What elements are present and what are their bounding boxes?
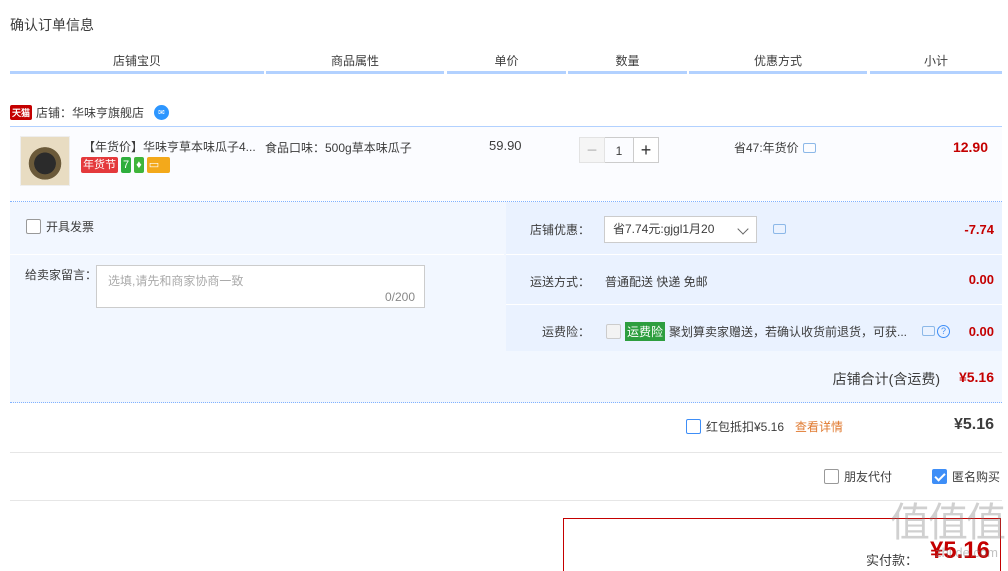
anonymous-checkbox[interactable]: [932, 469, 947, 484]
friend-pay-option[interactable]: 朋友代付: [824, 468, 892, 485]
chevron-down-icon: [737, 223, 749, 235]
unit-price: 59.90: [489, 138, 522, 153]
message-icon[interactable]: [802, 142, 816, 153]
credit-card-icon: ▭: [146, 157, 170, 173]
message-icon[interactable]: [773, 224, 786, 234]
seven-day-return-icon: 7: [121, 157, 132, 173]
shipping-label: 运送方式：: [530, 275, 591, 289]
friend-pay-checkbox[interactable]: [824, 469, 839, 484]
invoice-label: 开具发票: [46, 220, 95, 234]
help-icon[interactable]: ?: [937, 325, 950, 338]
insurance-tag: 运费险: [625, 322, 666, 341]
final-label: 实付款：: [865, 553, 918, 568]
insurance-checkbox: [606, 324, 621, 339]
column-shop-item: 店铺宝贝: [10, 52, 264, 74]
column-quantity: 数量: [568, 52, 687, 74]
divider: [506, 254, 1002, 255]
anonymous-label: 匿名购买: [952, 470, 1001, 484]
page-title: 确认订单信息: [10, 17, 94, 33]
quantity-input[interactable]: 1: [605, 137, 633, 163]
shop-total-row: 店铺合计(含运费) ¥5.16: [10, 351, 1002, 403]
product-sku: 食品口味：500g草本味瓜子: [265, 141, 412, 155]
redpacket-option[interactable]: 红包抵扣¥5.16 查看详情: [686, 418, 843, 435]
memo-label: 给卖家留言：: [25, 268, 98, 282]
options-right: 店铺优惠： 省7.74元:gjgl1月20 -7.74 运送方式： 普通配送 快…: [506, 202, 1002, 351]
divider: [10, 500, 1002, 501]
product-thumbnail[interactable]: [20, 136, 70, 186]
friend-pay-label: 朋友代付: [844, 470, 893, 484]
invoice-checkbox[interactable]: [26, 219, 41, 234]
insurance-label: 运费险：: [542, 325, 591, 339]
order-item: 【年货价】华味亨草本味瓜子4... 年货节 7 ♦ ▭ 食品口味：500g草本味…: [10, 126, 1002, 202]
redpacket-details-link[interactable]: 查看详情: [795, 418, 843, 435]
redpacket-total: ¥5.16: [953, 416, 994, 433]
insurance-text: 聚划算卖家赠送，若确认收货前退货，可获...: [669, 325, 908, 339]
tmall-icon: 天猫: [10, 104, 33, 120]
shipping-amount: 0.00: [968, 272, 994, 287]
decrease-button[interactable]: −: [579, 137, 605, 163]
anonymous-option[interactable]: 匿名购买: [932, 468, 1000, 485]
insurance-option: 运费险 聚划算卖家赠送，若确认收货前退货，可获...: [606, 322, 907, 341]
memo-field[interactable]: 选填,请先和商家协商一致 0/200: [96, 265, 425, 308]
redpacket-checkbox[interactable]: [686, 419, 701, 434]
divider: [10, 254, 504, 255]
shop-discount-select[interactable]: 省7.74元:gjgl1月20: [604, 216, 757, 243]
divider: [10, 452, 1002, 453]
message-icon[interactable]: [922, 326, 935, 336]
order-options: 开具发票 给卖家留言： 选填,请先和商家协商一致 0/200 店铺优惠： 省7.…: [10, 202, 1002, 351]
column-subtotal: 小计: [870, 52, 1002, 74]
shop-name[interactable]: 店铺：华味亨旗舰店: [36, 104, 144, 121]
promo-text: 省47:年货价: [734, 141, 799, 155]
newyear-badge: 年货节: [81, 157, 118, 173]
chat-icon[interactable]: ✉: [154, 104, 170, 120]
shop-discount-amount: -7.74: [964, 222, 994, 237]
watermark-logo: 值值值: [890, 500, 1006, 546]
product-badges: 年货节 7 ♦ ▭: [81, 157, 170, 173]
shipping-value: 普通配送 快递 免邮: [605, 275, 708, 289]
invoice-option[interactable]: 开具发票: [26, 218, 94, 235]
promo-info: 省47:年货价: [734, 139, 816, 156]
increase-button[interactable]: +: [633, 137, 659, 163]
guarantee-icon: ♦: [134, 157, 144, 173]
item-subtotal: 12.90: [952, 139, 988, 155]
shop-discount-label: 店铺优惠：: [530, 223, 591, 237]
memo-placeholder: 选填,请先和商家协商一致: [108, 274, 244, 288]
column-unit-price: 单价: [447, 52, 566, 74]
column-attributes: 商品属性: [266, 52, 444, 74]
options-left: 开具发票 给卖家留言： 选填,请先和商家协商一致 0/200: [10, 202, 504, 351]
shop-row: 天猫 店铺：华味亨旗舰店 ✉: [10, 103, 170, 121]
shop-total: ¥5.16: [958, 369, 994, 385]
watermark-url: zhi.de.com: [935, 545, 998, 560]
column-header: 店铺宝贝 商品属性 单价 数量 优惠方式 小计: [10, 52, 1002, 74]
product-name[interactable]: 【年货价】华味亨草本味瓜子4...: [83, 138, 261, 155]
column-discount: 优惠方式: [689, 52, 867, 74]
insurance-amount: 0.00: [968, 324, 994, 339]
divider: [506, 304, 1002, 305]
shop-discount-value: 省7.74元:gjgl1月20: [613, 222, 715, 236]
quantity-stepper: − 1 +: [579, 137, 659, 163]
memo-counter: 0/200: [384, 290, 415, 304]
shop-total-label: 店铺合计(含运费): [832, 371, 940, 387]
redpacket-label: 红包抵扣¥5.16: [706, 420, 785, 434]
